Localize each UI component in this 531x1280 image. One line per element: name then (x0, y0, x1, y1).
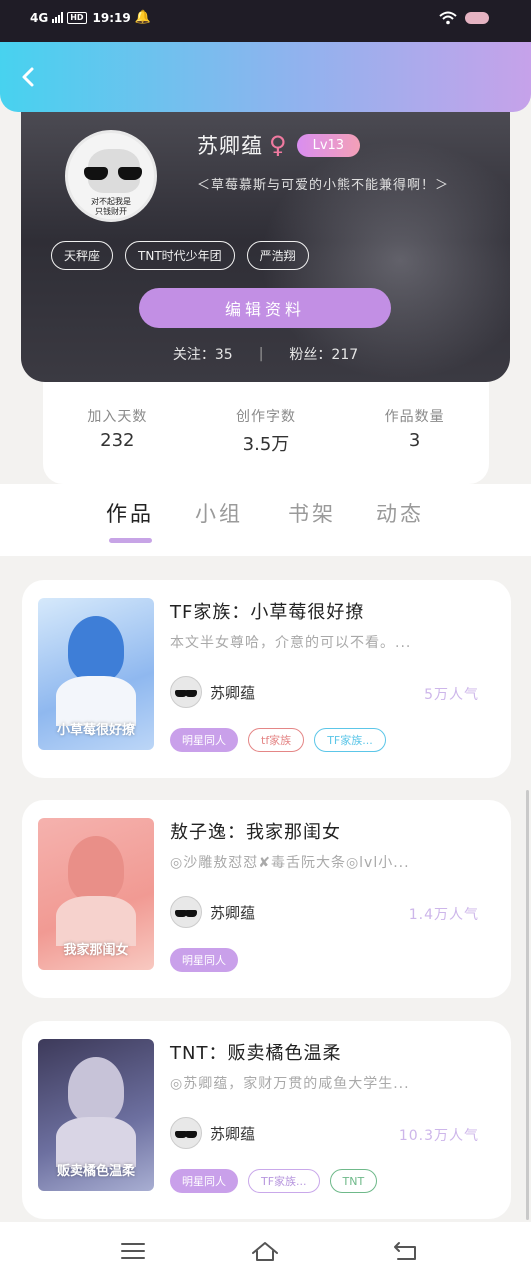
author-avatar (170, 676, 202, 708)
work-author: 苏卿蕴 (170, 1117, 255, 1149)
stat-label: 作品数量 (384, 409, 445, 425)
following-count[interactable]: 关注：35 (173, 344, 233, 364)
tab-activity[interactable]: 动态 (376, 498, 424, 528)
work-card[interactable]: 贩卖橘色温柔 TNT：贩卖橘色温柔 ◎苏卿蕴，家财万贯的咸鱼大学生... 苏卿蕴… (22, 1021, 511, 1219)
stat-value: 232 (100, 430, 135, 451)
work-tag[interactable]: TF家族... (248, 1169, 320, 1193)
active-tab-indicator (109, 538, 152, 543)
work-tags: 明星同人 TF家族... TNT (170, 1169, 378, 1193)
home-icon (252, 1242, 278, 1261)
profile-tag-group[interactable]: TNT时代少年团 (125, 241, 235, 270)
work-author: 苏卿蕴 (170, 676, 255, 708)
work-title[interactable]: 敖子逸：我家那闺女 (170, 818, 341, 844)
female-icon: ♀ (269, 131, 287, 159)
sunglasses-icon (84, 167, 142, 181)
stats-panel: 加入天数 232 创作字数 3.5万 作品数量 3 (43, 382, 489, 484)
book-cover[interactable]: 小草莓很好撩 (38, 598, 154, 750)
work-tag[interactable]: 明星同人 (170, 948, 238, 972)
profile-card: 对不起我是 只钱财开 苏卿蕴 ♀ Lv13 ＜草莓慕斯与可爱的小熊不能兼得啊！＞… (21, 100, 510, 382)
nickname-row: 苏卿蕴 ♀ Lv13 (197, 130, 361, 160)
back-button[interactable] (14, 62, 42, 92)
signal-icon (52, 12, 64, 23)
work-description: ◎沙雕敖怼怼✘毒舌阮大条◎lvl小... (170, 855, 410, 871)
book-cover[interactable]: 贩卖橘色温柔 (38, 1039, 154, 1191)
stat-works-count: 作品数量 3 (355, 406, 475, 484)
profile-tags: 天秤座 TNT时代少年团 严浩翔 (51, 241, 309, 270)
divider: | (258, 346, 264, 362)
status-left: 4G HD 19:19 🔔 (30, 10, 151, 25)
status-right (439, 11, 489, 25)
stat-value: 3 (408, 430, 421, 451)
author-avatar (170, 1117, 202, 1149)
menu-icon (121, 1243, 145, 1259)
stat-label: 加入天数 (87, 409, 148, 425)
back-nav-button[interactable] (388, 1236, 422, 1266)
author-avatar (170, 896, 202, 928)
work-tag[interactable]: TNT (329, 1169, 378, 1193)
work-title[interactable]: TF家族：小草莓很好撩 (170, 598, 364, 624)
menu-button[interactable] (116, 1236, 150, 1266)
work-description: ◎苏卿蕴，家财万贯的咸鱼大学生... (170, 1076, 410, 1092)
cover-title: 小草莓很好撩 (56, 723, 135, 738)
profile-tag-idol[interactable]: 严浩翔 (246, 241, 309, 270)
stat-join-days: 加入天数 232 (57, 406, 177, 484)
chevron-left-icon (22, 67, 34, 87)
top-header (0, 42, 531, 112)
stat-word-count: 创作字数 3.5万 (206, 406, 326, 484)
work-card[interactable]: 小草莓很好撩 TF家族：小草莓很好撩 本文半女尊哈，介意的可以不看。... 苏卿… (22, 580, 511, 778)
stat-label: 创作字数 (235, 409, 296, 425)
battery-icon (465, 12, 489, 24)
return-icon (394, 1242, 416, 1260)
popularity: 5万人气 (424, 687, 479, 703)
tab-works[interactable]: 作品 (106, 498, 154, 528)
tab-groups[interactable]: 小组 (195, 498, 243, 528)
system-nav-bar (0, 1222, 531, 1280)
follow-row: 关注：35 | 粉丝：217 (21, 344, 510, 364)
author-name: 苏卿蕴 (210, 1124, 256, 1143)
tab-bar: 作品 小组 书架 动态 (0, 484, 531, 556)
followers-count[interactable]: 粉丝：217 (289, 344, 358, 364)
author-name: 苏卿蕴 (210, 903, 256, 922)
book-cover[interactable]: 我家那闺女 (38, 818, 154, 970)
work-tag[interactable]: 明星同人 (170, 1169, 238, 1193)
work-tags: 明星同人 (170, 948, 238, 972)
wifi-icon (439, 11, 457, 25)
notification-bell-icon: 🔔 (134, 10, 151, 25)
work-author: 苏卿蕴 (170, 896, 255, 928)
work-card[interactable]: 我家那闺女 敖子逸：我家那闺女 ◎沙雕敖怼怼✘毒舌阮大条◎lvl小... 苏卿蕴… (22, 800, 511, 998)
edit-profile-button[interactable]: 编辑资料 (139, 288, 391, 328)
popularity: 10.3万人气 (398, 1128, 479, 1144)
avatar-caption: 对不起我是 只钱财开 (91, 197, 131, 216)
home-button[interactable] (248, 1236, 282, 1266)
stat-value: 3.5万 (242, 434, 290, 455)
network-label: 4G (30, 10, 49, 25)
status-bar: 4G HD 19:19 🔔 (0, 0, 531, 42)
work-tag[interactable]: 明星同人 (170, 728, 238, 752)
avatar[interactable]: 对不起我是 只钱财开 (65, 130, 157, 222)
author-name: 苏卿蕴 (210, 683, 256, 702)
work-tag[interactable]: tf家族 (248, 728, 305, 752)
hd-badge: HD (67, 11, 87, 24)
nickname: 苏卿蕴 (197, 134, 263, 158)
cover-title: 我家那闺女 (63, 943, 129, 958)
signature: ＜草莓慕斯与可爱的小熊不能兼得啊！＞ (197, 178, 450, 193)
profile-tag-zodiac[interactable]: 天秤座 (51, 241, 114, 270)
level-badge: Lv13 (296, 133, 361, 157)
scrollbar[interactable] (526, 790, 529, 1220)
work-title[interactable]: TNT：贩卖橘色温柔 (170, 1039, 341, 1065)
work-tags: 明星同人 tf家族 TF家族... (170, 728, 386, 752)
work-description: 本文半女尊哈，介意的可以不看。... (170, 635, 412, 651)
popularity: 1.4万人气 (408, 907, 479, 923)
clock: 19:19 (92, 10, 131, 25)
work-tag[interactable]: TF家族... (314, 728, 386, 752)
tab-bookshelf[interactable]: 书架 (288, 498, 336, 528)
cover-title: 贩卖橘色温柔 (56, 1164, 135, 1179)
